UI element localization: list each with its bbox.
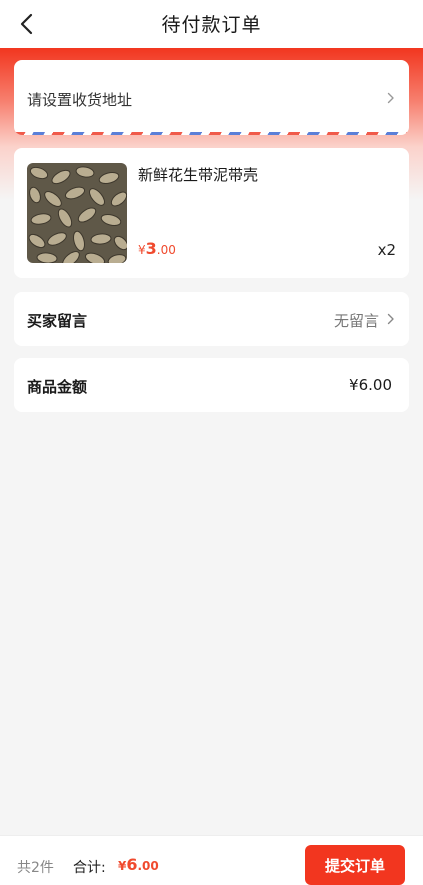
total-decimal: .00 xyxy=(137,859,159,873)
buyer-message-label: 买家留言 xyxy=(27,312,88,330)
price-integer: 3 xyxy=(145,239,157,258)
price-decimal: .00 xyxy=(156,243,176,257)
chevron-right-icon xyxy=(385,311,397,327)
total-label: 合计: xyxy=(73,860,106,876)
total-integer: 6 xyxy=(126,855,138,874)
product-price: ¥3.00 xyxy=(138,239,176,258)
address-label: 请设置收货地址 xyxy=(27,91,133,109)
page-title: 待付款订单 xyxy=(161,14,262,36)
product-quantity: x2 xyxy=(377,241,396,259)
bottom-bar: 共2件 合计: ¥6.00 提交订单 xyxy=(0,835,423,885)
total-price: ¥6.00 xyxy=(118,855,159,874)
goods-amount-row: 商品金额 ¥6.00 xyxy=(14,358,409,412)
product-image[interactable] xyxy=(27,163,127,263)
goods-amount-label: 商品金额 xyxy=(27,378,88,396)
chevron-right-icon xyxy=(385,90,397,106)
navbar: 待付款订单 xyxy=(0,0,423,48)
product-name[interactable]: 新鲜花生带泥带壳 xyxy=(138,164,258,185)
price-symbol: ¥ xyxy=(138,243,146,257)
item-count: 共2件 xyxy=(17,860,54,876)
buyer-message-row[interactable]: 买家留言 无留言 xyxy=(14,292,409,346)
product-card: 新鲜花生带泥带壳 ¥3.00 x2 xyxy=(14,148,409,278)
submit-order-button[interactable]: 提交订单 xyxy=(305,845,405,885)
address-card[interactable]: 请设置收货地址 xyxy=(14,60,409,135)
buyer-message-value: 无留言 xyxy=(333,312,379,330)
airmail-border xyxy=(14,132,409,135)
goods-amount-value: ¥6.00 xyxy=(349,376,392,394)
